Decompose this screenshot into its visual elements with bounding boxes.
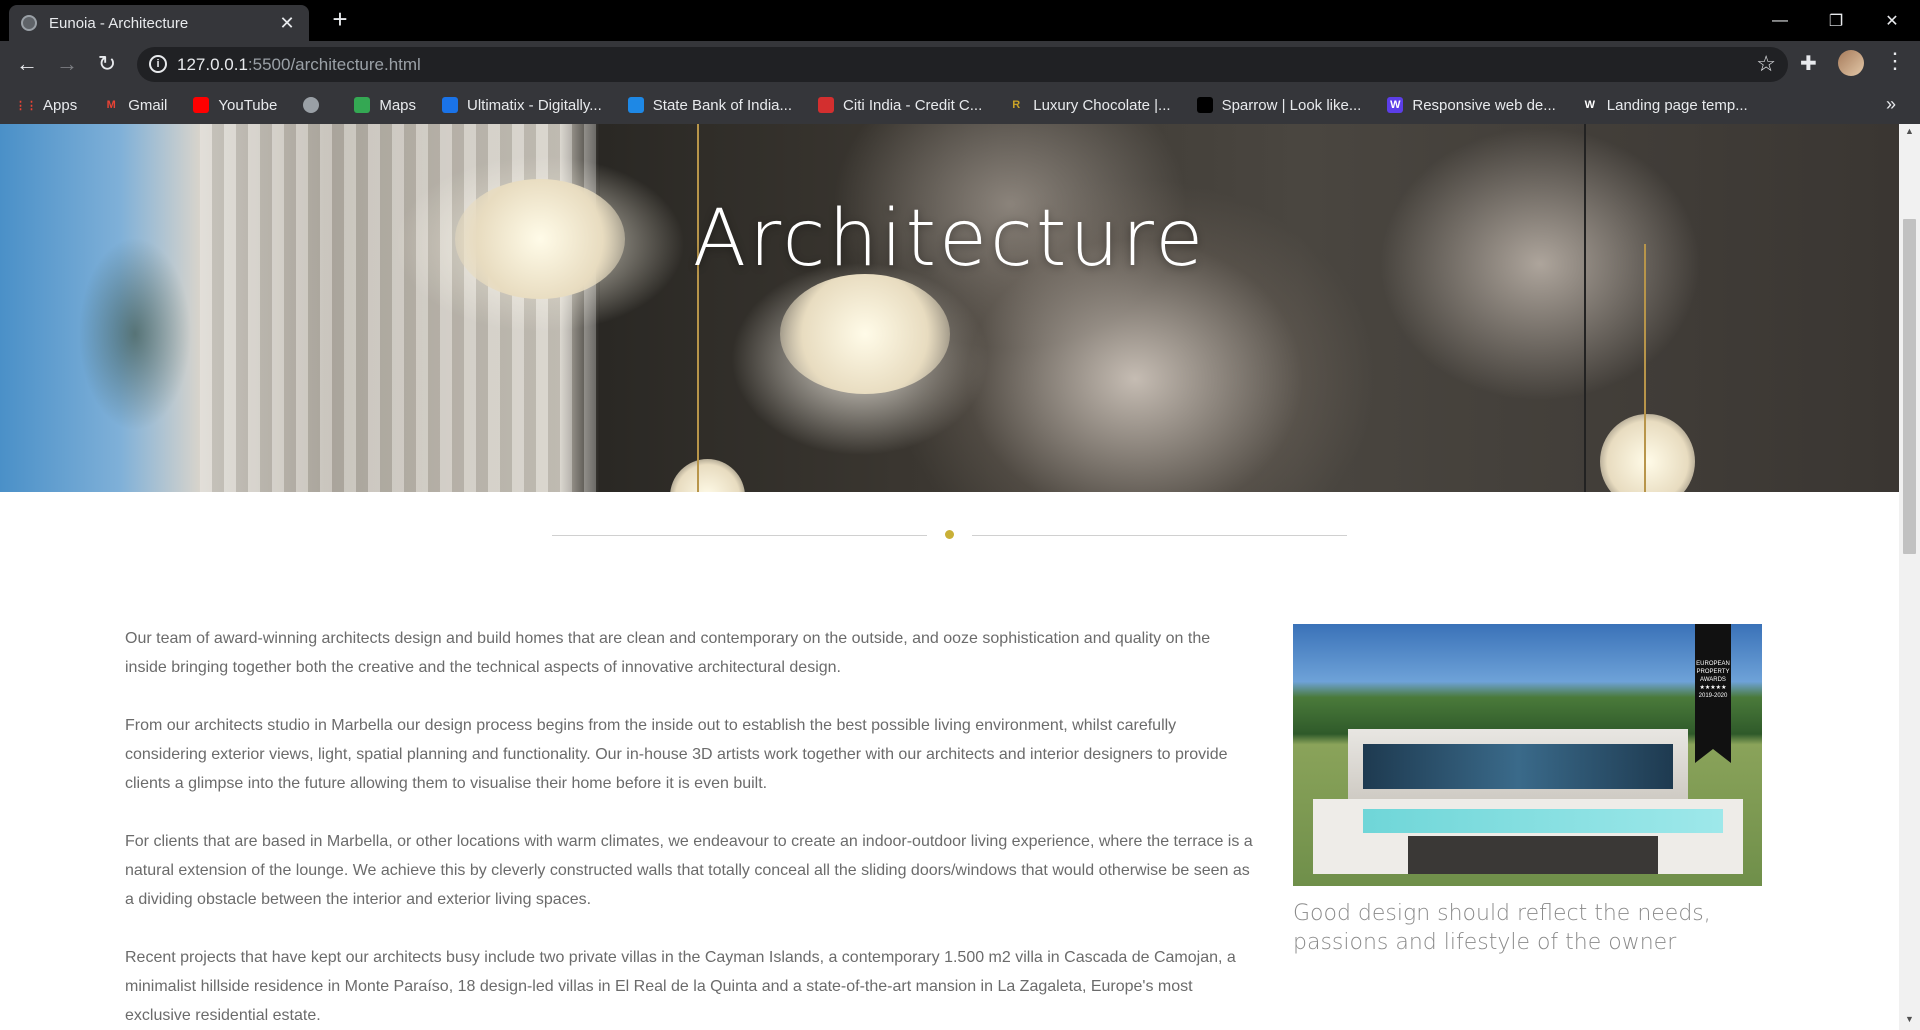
scroll-down-arrow-icon[interactable]: ▼ (1903, 1014, 1916, 1028)
close-window-button[interactable]: ✕ (1864, 0, 1920, 41)
divider-line-left (552, 535, 927, 536)
villa-pool (1363, 809, 1723, 833)
scrollbar-thumb[interactable] (1903, 219, 1916, 554)
browser-menu-icon[interactable]: ⋮ (1884, 48, 1906, 74)
url-host: 127.0.0.1 (177, 55, 248, 74)
intro-paragraph: For clients that are based in Marbella, … (125, 833, 1253, 908)
villa-image: EUROPEAN PROPERTY AWARDS ★★★★★ 2019-2020 (1293, 624, 1762, 886)
url-path: :5500/architecture.html (247, 55, 421, 74)
apps-grid-icon: ⋮⋮ (15, 99, 37, 112)
minimize-window-button[interactable]: — (1752, 0, 1808, 41)
page-viewport: Architecture Our team of award-winning a… (0, 124, 1899, 1030)
url-text[interactable]: 127.0.0.1:5500/architecture.html (177, 55, 421, 75)
divider-line-right (972, 535, 1347, 536)
bookmark-label: YouTube (218, 96, 278, 114)
globe-icon (303, 97, 320, 113)
maps-icon (354, 97, 371, 113)
extensions-puzzle-icon[interactable]: ✚ (1800, 51, 1817, 76)
lamp-wire (697, 124, 699, 492)
bookmark-item[interactable]: M Gmail (103, 96, 168, 114)
ultimatix-icon (442, 97, 459, 113)
address-bar[interactable]: i 127.0.0.1:5500/architecture.html ☆ (137, 47, 1788, 82)
w-letter-icon: W (1387, 97, 1404, 113)
bookmark-label: Luxury Chocolate |... (1033, 96, 1171, 114)
lamp-decoration (780, 274, 950, 394)
bookmark-item[interactable]: W Landing page temp... (1582, 97, 1748, 114)
bookmark-label: Responsive web de... (1412, 96, 1556, 114)
new-tab-button[interactable]: + (326, 6, 354, 34)
page-title: Architecture (692, 194, 1207, 284)
scroll-up-arrow-icon[interactable]: ▲ (1903, 126, 1916, 140)
bookmark-item[interactable]: W Responsive web de... (1387, 96, 1556, 114)
sbi-icon (627, 97, 644, 113)
bookmark-item[interactable]: YouTube (193, 97, 277, 114)
hero-banner: Architecture (0, 124, 1899, 492)
bookmark-item[interactable]: Sparrow | Look like... (1196, 96, 1362, 114)
r-letter-icon: R (1012, 99, 1021, 111)
globe-icon (21, 15, 37, 31)
bookmark-label: Landing page temp... (1606, 96, 1748, 114)
youtube-icon (193, 97, 210, 113)
citi-icon (818, 97, 835, 113)
bookmark-label: Sparrow | Look like... (1221, 96, 1362, 114)
image-caption: Good design should reflect the needs, pa… (1293, 901, 1711, 955)
intro-text: Our team of award-winning architects des… (125, 624, 1255, 1030)
award-ribbon-tail (1695, 749, 1731, 763)
page-scrollbar[interactable]: ▲ ▼ (1899, 124, 1920, 1030)
tab-title: Eunoia - Architecture (49, 14, 189, 32)
w-letter-icon: W (1584, 99, 1595, 111)
reload-icon[interactable]: ↻ (92, 49, 122, 79)
bookmark-item[interactable]: Citi India - Credit C... (818, 97, 982, 114)
divider-dot (945, 530, 954, 539)
bookmark-item[interactable]: Ultimatix - Digitally... (442, 97, 602, 114)
sparrow-icon (1196, 97, 1213, 113)
bookmark-label: Citi India - Credit C... (843, 96, 983, 114)
lamp-wire (1584, 124, 1586, 492)
close-tab-icon[interactable]: ✕ (277, 13, 297, 34)
bookmark-item[interactable]: State Bank of India... (627, 96, 793, 114)
restore-window-button[interactable]: ❐ (1808, 0, 1864, 41)
bookmark-item[interactable]: ⋮⋮ Apps (15, 96, 78, 114)
bookmark-label: State Bank of India... (652, 96, 793, 114)
tab-strip: Eunoia - Architecture ✕ + — ❐ ✕ (0, 0, 1920, 41)
bookmark-item[interactable]: R Luxury Chocolate |... (1008, 97, 1170, 114)
profile-avatar[interactable] (1838, 50, 1864, 76)
gmail-icon: M (106, 99, 116, 111)
bookmark-label: Apps (43, 96, 78, 114)
bookmark-label: Maps (379, 96, 417, 114)
bookmarks-bar: ⋮⋮ Apps M Gmail YouTube Maps Ultimatix - Digit… (0, 86, 1920, 124)
bookmark-item[interactable]: Maps (354, 97, 416, 114)
bookmark-star-icon[interactable]: ☆ (1756, 51, 1776, 77)
back-arrow-icon[interactable]: ← (12, 49, 42, 79)
lamp-decoration (670, 459, 745, 492)
intro-paragraph: Our team of award-winning architects des… (125, 630, 1211, 676)
bookmarks-overflow-icon[interactable]: » (1886, 94, 1896, 115)
bookmark-label: Ultimatix - Digitally... (467, 96, 602, 114)
bookmark-item[interactable] (303, 97, 328, 113)
forward-arrow-icon[interactable]: → (52, 49, 82, 79)
intro-paragraph: Recent projects that have kept our archi… (125, 949, 1236, 1024)
villa-glass (1363, 744, 1673, 789)
active-tab[interactable]: Eunoia - Architecture ✕ (9, 5, 309, 41)
villa-lower-wall (1408, 836, 1658, 874)
bookmark-label: Gmail (128, 96, 168, 114)
award-ribbon-logo: EUROPEAN PROPERTY AWARDS ★★★★★ 2019-2020 (1695, 624, 1731, 749)
intro-paragraph: From our architects studio in Marbella o… (125, 717, 1228, 792)
lamp-decoration (1600, 414, 1695, 492)
site-info-icon[interactable]: i (149, 55, 167, 73)
